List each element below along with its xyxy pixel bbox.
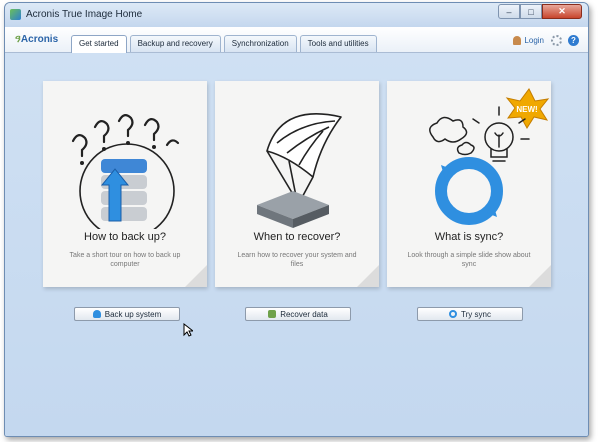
- gear-icon[interactable]: [551, 35, 562, 46]
- main-content: How to back up? Take a short tour on how…: [5, 53, 588, 436]
- tab-bar: Get started Backup and recovery Synchron…: [71, 35, 380, 53]
- try-sync-button[interactable]: Try sync: [417, 307, 523, 321]
- close-button[interactable]: ✕: [542, 4, 582, 19]
- minimize-button[interactable]: –: [498, 4, 520, 19]
- tab-synchronization[interactable]: Synchronization: [223, 35, 297, 52]
- tab-backup-and-recovery[interactable]: Backup and recovery: [129, 35, 221, 52]
- card-what-is-sync[interactable]: NEW! What is sync? Look through a simple…: [387, 81, 551, 287]
- recover-icon: [268, 310, 277, 318]
- button-label: Recover data: [280, 309, 328, 319]
- recover-data-button[interactable]: Recover data: [245, 307, 351, 321]
- card-description: Learn how to recover your system and fil…: [237, 252, 357, 268]
- app-icon: [10, 9, 21, 20]
- card-description: Take a short tour on how to back up comp…: [69, 252, 181, 268]
- card-title: How to back up?: [84, 231, 166, 243]
- logo-text: Acronis: [20, 34, 59, 45]
- tab-get-started[interactable]: Get started: [71, 35, 127, 53]
- tab-tools-and-utilities[interactable]: Tools and utilities: [299, 35, 377, 52]
- page-curl: [185, 265, 207, 287]
- button-label: Back up system: [104, 309, 162, 319]
- card-description: Look through a simple slide show about s…: [407, 252, 531, 268]
- help-icon[interactable]: ?: [568, 35, 579, 46]
- login-link[interactable]: Login: [513, 36, 544, 45]
- acronis-logo: ዓAcronis: [14, 34, 59, 45]
- toolbar: ዓAcronis Get started Backup and recovery…: [5, 27, 588, 53]
- button-label: Try sync: [461, 309, 491, 319]
- card-title: When to recover?: [253, 231, 341, 243]
- sync-illustration: NEW!: [429, 88, 550, 225]
- card-how-to-back-up[interactable]: How to back up? Take a short tour on how…: [43, 81, 207, 287]
- login-label: Login: [524, 36, 544, 45]
- back-up-system-button[interactable]: Back up system: [74, 307, 180, 321]
- backup-icon: [92, 310, 101, 318]
- page-curl: [529, 265, 551, 287]
- sync-icon: [449, 310, 458, 318]
- close-icon: ✕: [558, 6, 566, 16]
- maximize-button[interactable]: □: [520, 4, 542, 19]
- recover-illustration: [257, 113, 342, 228]
- mouse-cursor-icon: [183, 323, 193, 337]
- minimize-icon: –: [506, 6, 512, 17]
- window-controls: – □ ✕: [498, 4, 582, 20]
- card-when-to-recover[interactable]: When to recover? Learn how to recover yo…: [215, 81, 379, 287]
- page-curl: [357, 265, 379, 287]
- user-icon: [513, 36, 522, 45]
- maximize-icon: □: [528, 6, 534, 17]
- app-window: Acronis True Image Home – □ ✕ ዓAcronis G…: [4, 2, 589, 437]
- title-bar[interactable]: Acronis True Image Home – □ ✕: [5, 3, 588, 27]
- card-title: What is sync?: [434, 231, 504, 243]
- backup-illustration: [71, 114, 180, 229]
- new-badge-label: NEW!: [516, 105, 537, 114]
- window-title: Acronis True Image Home: [26, 9, 143, 20]
